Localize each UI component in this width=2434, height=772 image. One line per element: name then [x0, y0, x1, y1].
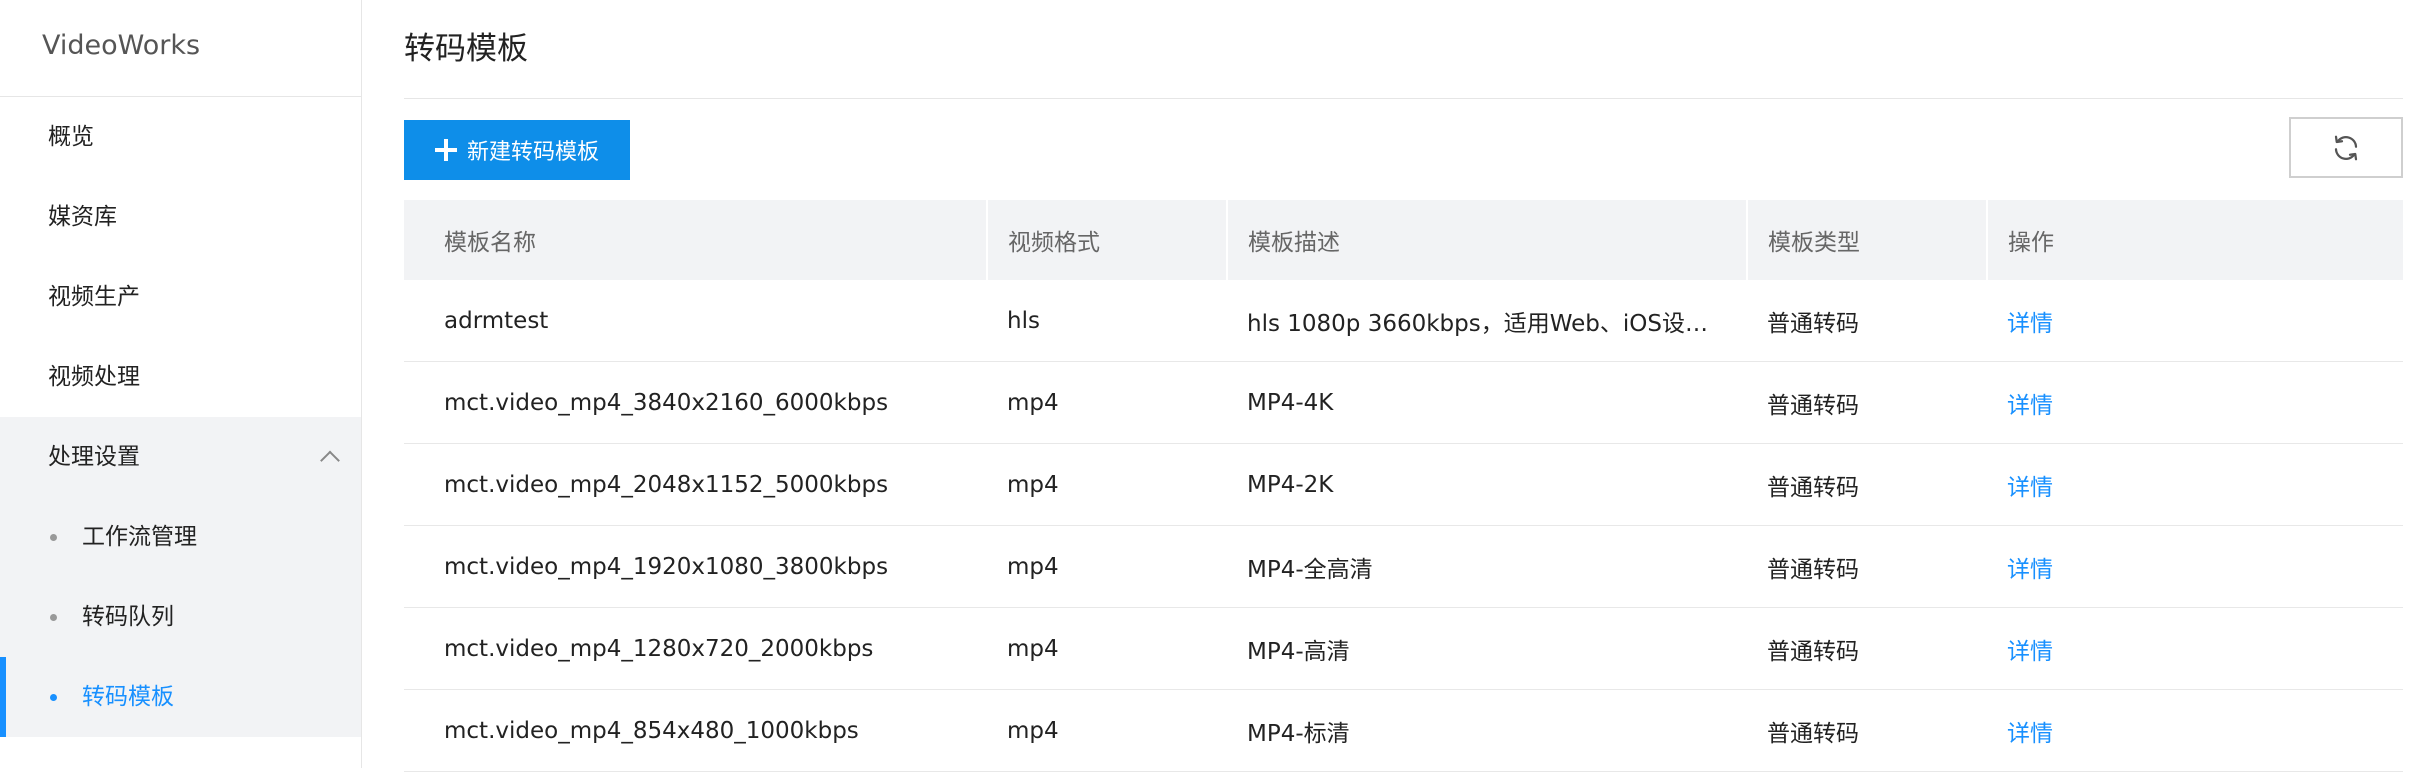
sidebar-item-video-production[interactable]: 视频生产: [0, 257, 361, 337]
cell-video-format: mp4: [987, 607, 1227, 690]
details-link[interactable]: 详情: [2007, 557, 2053, 583]
cell-template-type: 普通转码: [1747, 280, 1987, 362]
sidebar-group-label: 处理设置: [48, 444, 140, 470]
table-row: mct.video_mp4_1280x720_2000kbps mp4 MP4-…: [404, 607, 2403, 690]
column-header-video-format: 视频格式: [987, 200, 1228, 280]
cell-description: MP4-标清: [1227, 689, 1747, 772]
sidebar-group-header[interactable]: 处理设置: [0, 417, 361, 497]
sidebar-subitem-workflow[interactable]: 工作流管理: [0, 497, 361, 577]
table-header: 模板名称 视频格式 模板描述 模板类型 操作: [404, 200, 2403, 280]
cell-template-name: mct.video_mp4_3840x2160_6000kbps: [404, 361, 987, 444]
brand-logo[interactable]: VideoWorks: [0, 0, 361, 97]
cell-description: MP4-全高清: [1227, 525, 1747, 608]
cell-template-name: mct.video_mp4_1280x720_2000kbps: [404, 607, 987, 690]
cell-template-name: mct.video_mp4_1920x1080_3800kbps: [404, 525, 987, 608]
cell-description: MP4-2K: [1227, 443, 1747, 526]
cell-actions: 详情: [1987, 361, 2403, 444]
sidebar-subitem-transcode-template[interactable]: 转码模板: [0, 657, 361, 737]
refresh-icon: [2334, 135, 2358, 160]
sidebar-subitem-transcode-queue[interactable]: 转码队列: [0, 577, 361, 657]
table-row: mct.video_mp4_3840x2160_6000kbps mp4 MP4…: [404, 361, 2403, 444]
cell-description: MP4-高清: [1227, 607, 1747, 690]
cell-video-format: mp4: [987, 689, 1227, 772]
cell-template-type: 普通转码: [1747, 443, 1987, 526]
cell-actions: 详情: [1987, 607, 2403, 690]
sidebar-item-video-processing[interactable]: 视频处理: [0, 337, 361, 417]
table-row: mct.video_mp4_854x480_1000kbps mp4 MP4-标…: [404, 689, 2403, 772]
toolbar: 新建转码模板: [404, 99, 2403, 200]
sidebar-subitem-label: 转码模板: [82, 684, 174, 710]
cell-actions: 详情: [1987, 525, 2403, 608]
column-header-template-name: 模板名称: [404, 200, 988, 280]
template-table: 模板名称 视频格式 模板描述 模板类型 操作 adrmtest hls hls …: [404, 200, 2403, 772]
cell-video-format: hls: [987, 280, 1227, 362]
table-row: mct.video_mp4_2048x1152_5000kbps mp4 MP4…: [404, 443, 2403, 526]
cell-template-type: 普通转码: [1747, 689, 1987, 772]
cell-template-name: adrmtest: [404, 280, 987, 362]
column-header-template-type: 模板类型: [1747, 200, 1988, 280]
sidebar-subitem-label: 工作流管理: [82, 524, 197, 550]
details-link[interactable]: 详情: [2007, 393, 2053, 419]
cell-actions: 详情: [1987, 443, 2403, 526]
details-link[interactable]: 详情: [2007, 475, 2053, 501]
cell-actions: 详情: [1987, 280, 2403, 362]
sidebar-subitem-label: 转码队列: [82, 604, 174, 630]
cell-actions: 详情: [1987, 689, 2403, 772]
bullet-icon: [50, 694, 57, 701]
new-button-label: 新建转码模板: [466, 140, 599, 165]
plus-icon: [434, 139, 457, 161]
cell-template-type: 普通转码: [1747, 361, 1987, 444]
cell-video-format: mp4: [987, 525, 1227, 608]
bullet-icon: [50, 614, 57, 621]
details-link[interactable]: 详情: [2007, 639, 2053, 665]
bullet-icon: [50, 534, 57, 541]
column-header-description: 模板描述: [1227, 200, 1748, 280]
details-link[interactable]: 详情: [2007, 721, 2053, 747]
sidebar-item-media-library[interactable]: 媒资库: [0, 177, 361, 257]
sidebar: VideoWorks 概览 媒资库 视频生产 视频处理 处理设置 工作流管理 转…: [0, 0, 362, 768]
column-header-actions: 操作: [2008, 230, 2054, 256]
cell-description: MP4-4K: [1227, 361, 1747, 444]
cell-video-format: mp4: [987, 443, 1227, 526]
table-row: mct.video_mp4_1920x1080_3800kbps mp4 MP4…: [404, 525, 2403, 608]
cell-video-format: mp4: [987, 361, 1227, 444]
cell-template-type: 普通转码: [1747, 607, 1987, 690]
new-transcode-template-button[interactable]: 新建转码模板: [404, 120, 630, 180]
sidebar-group-processing-settings: 处理设置 工作流管理 转码队列 转码模板: [0, 417, 361, 737]
sidebar-item-overview[interactable]: 概览: [0, 97, 361, 177]
details-link[interactable]: 详情: [2007, 311, 2053, 337]
refresh-button[interactable]: [2289, 117, 2403, 178]
main-content: 转码模板 新建转码模板 模板名称 视频格式 模板描述 模板类型 操作 adrmt…: [404, 0, 2403, 772]
chevron-up-icon[interactable]: [320, 450, 340, 471]
cell-template-name: mct.video_mp4_854x480_1000kbps: [404, 689, 987, 772]
cell-template-type: 普通转码: [1747, 525, 1987, 608]
cell-template-name: mct.video_mp4_2048x1152_5000kbps: [404, 443, 987, 526]
table-row: adrmtest hls hls 1080p 3660kbps，适用Web、iO…: [404, 280, 2403, 362]
cell-description: hls 1080p 3660kbps，适用Web、iOS设…: [1227, 280, 1747, 362]
page-title: 转码模板: [404, 0, 2403, 99]
